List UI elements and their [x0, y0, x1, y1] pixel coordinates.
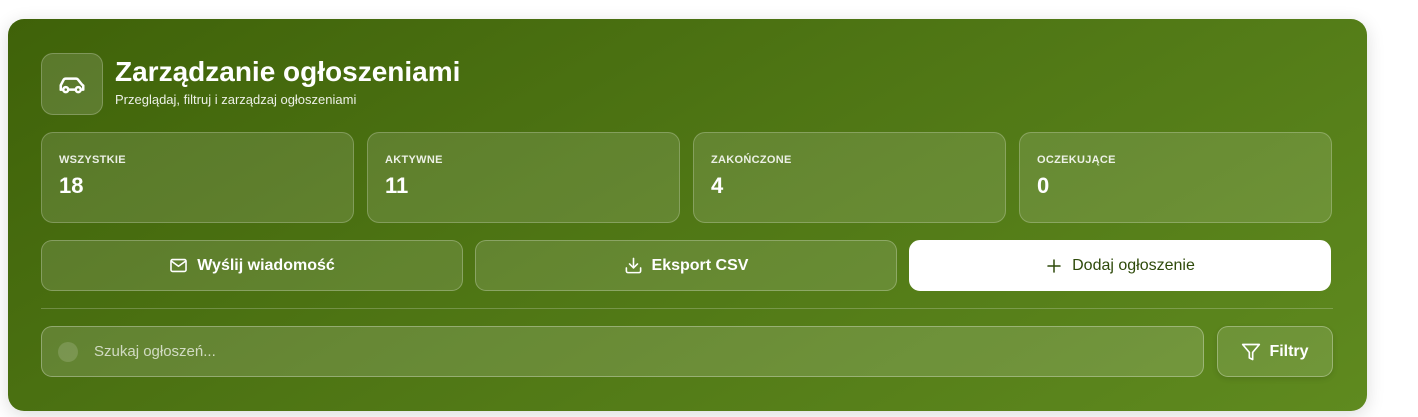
stat-value: 0 — [1037, 173, 1050, 198]
filters-label: Filtry — [1269, 342, 1309, 360]
stat-label: AKTYWNE — [385, 154, 443, 166]
search-box[interactable] — [41, 326, 1204, 377]
export-csv-button[interactable]: Eksport CSV — [475, 240, 897, 291]
add-listing-label: Dodaj ogłoszenie — [1072, 256, 1195, 274]
car-icon — [41, 53, 103, 115]
send-message-label: Wyślij wiadomość — [197, 256, 335, 274]
filters-button[interactable]: Filtry — [1217, 326, 1333, 377]
stats-row: WSZYSTKIE 18 AKTYWNE 11 ZAKOŃCZONE 4 OCZ… — [41, 132, 1332, 223]
actions-row: Wyślij wiadomość Eksport CSV Dodaj ogłos… — [41, 240, 1331, 291]
download-icon — [624, 256, 643, 275]
mail-icon — [169, 256, 188, 275]
stat-card-active: AKTYWNE 11 — [367, 132, 680, 223]
plus-icon — [1045, 257, 1063, 275]
page-subtitle: Przeglądaj, filtruj i zarządzaj ogłoszen… — [115, 92, 357, 107]
stat-label: ZAKOŃCZONE — [711, 154, 792, 166]
stat-value: 11 — [385, 173, 409, 198]
stat-card-pending: OCZEKUJĄCE 0 — [1019, 132, 1332, 223]
page-title: Zarządzanie ogłoszeniami — [115, 56, 461, 87]
filter-icon — [1241, 342, 1261, 362]
search-icon — [58, 341, 78, 362]
header-titles: Zarządzanie ogłoszeniami Przeglądaj, fil… — [115, 55, 460, 109]
stat-card-all: WSZYSTKIE 18 — [41, 132, 354, 223]
stat-label: OCZEKUJĄCE — [1037, 154, 1116, 166]
search-input[interactable] — [94, 327, 1203, 376]
header: Zarządzanie ogłoszeniami Przeglądaj, fil… — [41, 53, 460, 115]
add-listing-button[interactable]: Dodaj ogłoszenie — [909, 240, 1331, 291]
export-csv-label: Eksport CSV — [651, 256, 749, 274]
stat-value: 4 — [711, 173, 724, 198]
stat-card-finished: ZAKOŃCZONE 4 — [693, 132, 1006, 223]
listings-management-panel: Zarządzanie ogłoszeniami Przeglądaj, fil… — [8, 19, 1367, 411]
send-message-button[interactable]: Wyślij wiadomość — [41, 240, 463, 291]
stat-label: WSZYSTKIE — [59, 154, 126, 166]
stat-value: 18 — [59, 173, 84, 198]
divider — [41, 308, 1333, 309]
